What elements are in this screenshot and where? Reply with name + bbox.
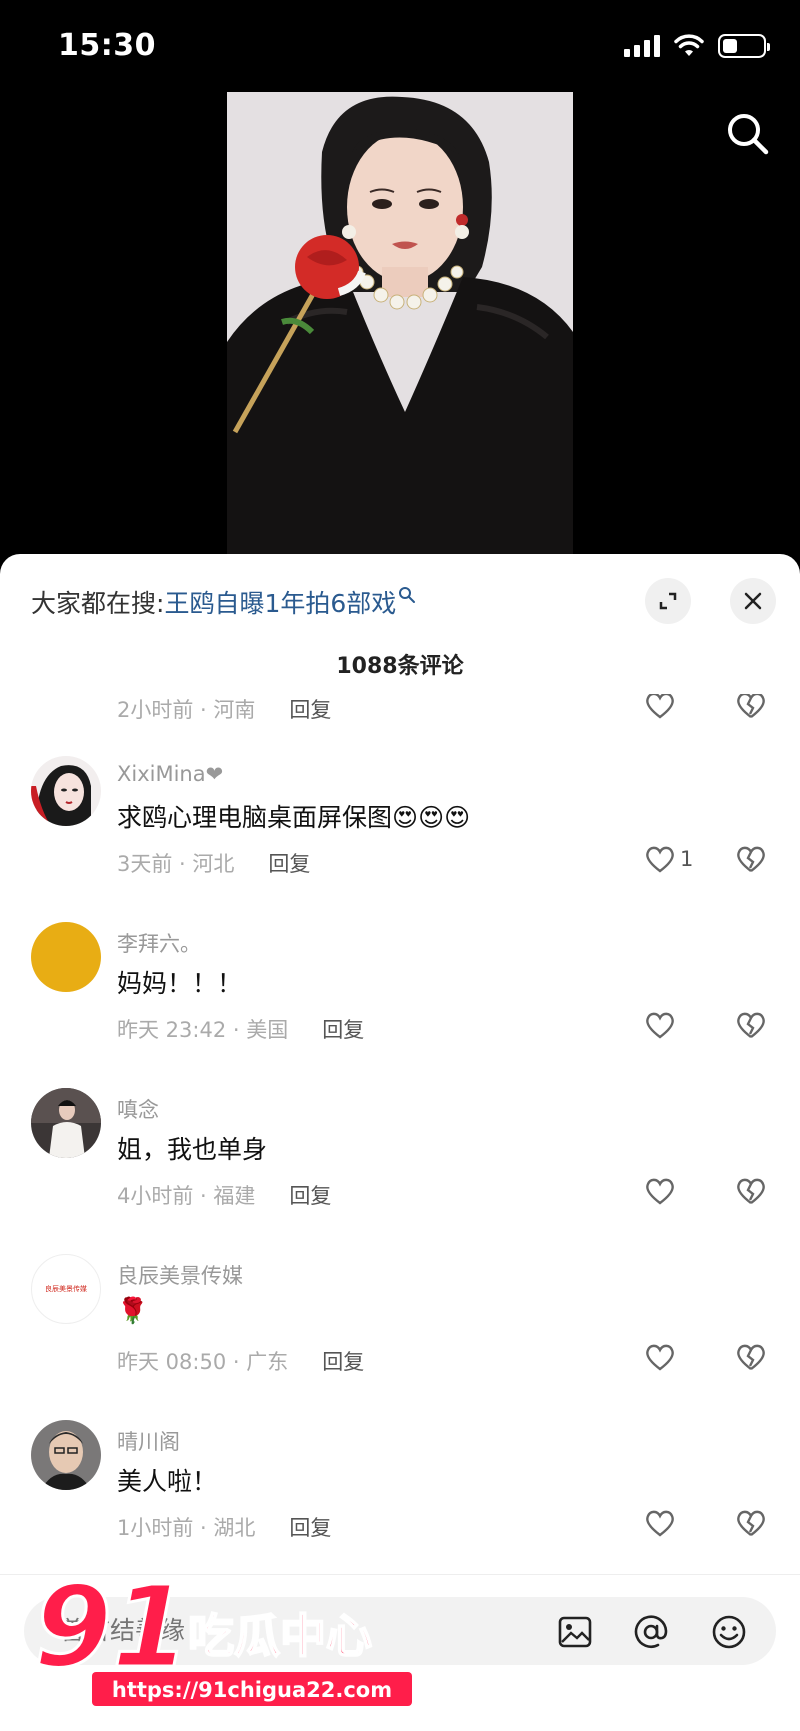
- status-bar: 15:30: [0, 0, 800, 92]
- video-thumbnail-image: [227, 92, 573, 554]
- heart-icon: [646, 1178, 674, 1205]
- comment-text: 🌹: [117, 1296, 149, 1325]
- comment-text: 美人啦！: [117, 1467, 218, 1496]
- comment-text: 妈妈！！！: [117, 969, 243, 998]
- comment-time-location: 昨天 23:42 · 美国: [117, 1018, 289, 1042]
- image-icon[interactable]: [556, 1613, 594, 1651]
- comment-meta: 4小时前 · 福建 回复: [117, 1180, 331, 1210]
- reply-button[interactable]: 回复: [268, 848, 310, 878]
- dislike-button[interactable]: [735, 1176, 767, 1206]
- avatar-image: [31, 1420, 101, 1490]
- heart-icon: [646, 694, 674, 719]
- video-frame: [227, 92, 573, 554]
- broken-heart-icon: [737, 694, 765, 718]
- signal-icon: [624, 35, 660, 57]
- mention-icon[interactable]: [632, 1613, 670, 1651]
- avatar-logo-text: 良辰美景传媒: [45, 1285, 87, 1293]
- comment-username[interactable]: XixiMina❤: [117, 762, 223, 786]
- hot-search-link[interactable]: 大家都在搜: 王鸥自曝1年拍6部戏: [31, 584, 416, 620]
- status-time: 15:30: [58, 28, 156, 63]
- comment-time-location: 3天前 · 河北: [117, 852, 235, 876]
- dislike-button[interactable]: [735, 1342, 767, 1372]
- comment-item: 晴川阁 美人啦！ 1小时前 · 湖北 回复: [0, 1400, 800, 1566]
- avatar[interactable]: [31, 756, 101, 826]
- avatar[interactable]: [31, 1420, 101, 1490]
- comment-text: 求鸥心理电脑桌面屏保图😍😍😍: [117, 803, 471, 832]
- status-icons: [624, 34, 770, 58]
- reply-button[interactable]: 回复: [289, 1180, 331, 1210]
- battery-icon: [718, 34, 770, 58]
- heart-icon: [646, 1510, 674, 1537]
- close-icon: [744, 592, 762, 610]
- comment-item: 良辰美景传媒 良辰美景传媒 🌹 昨天 08:50 · 广东 回复: [0, 1234, 800, 1400]
- video-player[interactable]: [0, 92, 800, 554]
- like-button[interactable]: [644, 1176, 680, 1206]
- dislike-button[interactable]: [735, 844, 767, 874]
- like-button[interactable]: [644, 694, 676, 720]
- reply-button[interactable]: 回复: [322, 1346, 364, 1376]
- comment-meta: 3天前 · 河北 回复: [117, 848, 310, 878]
- comment-username[interactable]: 良辰美景传媒: [117, 1260, 243, 1290]
- dislike-button[interactable]: [735, 694, 767, 720]
- comment-count: 1088条评论: [336, 654, 464, 679]
- sheet-header: 大家都在搜: 王鸥自曝1年拍6部戏: [0, 554, 800, 640]
- comment-meta: 昨天 23:42 · 美国 回复: [117, 1014, 364, 1044]
- comment-username[interactable]: 李拜六。: [117, 928, 201, 958]
- broken-heart-icon: [737, 1344, 765, 1370]
- comment-time-location: 昨天 08:50 · 广东: [117, 1350, 289, 1374]
- comment-username[interactable]: 晴川阁: [117, 1426, 180, 1456]
- dislike-button[interactable]: [735, 1508, 767, 1538]
- like-button[interactable]: 1: [644, 844, 693, 874]
- avatar-image: [31, 756, 101, 826]
- broken-heart-icon: [737, 1178, 765, 1204]
- comment-item: XixiMina❤ 求鸥心理电脑桌面屏保图😍😍😍 3天前 · 河北 回复 1: [0, 736, 800, 902]
- emoji-icon[interactable]: [710, 1613, 748, 1651]
- comment-time-location: 1小时前 · 湖北: [117, 1516, 256, 1540]
- avatar-image: [31, 1088, 101, 1158]
- heart-icon: [646, 1344, 674, 1371]
- close-button[interactable]: [730, 578, 776, 624]
- comment-item: 嗔念 姐，我也单身 4小时前 · 福建 回复: [0, 1068, 800, 1234]
- small-search-icon: [399, 587, 416, 603]
- reply-button[interactable]: 回复: [289, 694, 331, 724]
- hot-search-label: 大家都在搜:: [31, 589, 165, 618]
- comment-item: 李拜六。 妈妈！！！ 昨天 23:42 · 美国 回复: [0, 902, 800, 1068]
- avatar[interactable]: 良辰美景传媒: [31, 1254, 101, 1324]
- broken-heart-icon: [737, 1012, 765, 1038]
- comment-time-location: 4小时前 · 福建: [117, 1184, 256, 1208]
- comments-sheet: 大家都在搜: 王鸥自曝1年拍6部戏 1088条评论 2小时前 · 河南 回复 X…: [0, 554, 800, 1731]
- heart-icon: [646, 846, 674, 873]
- expand-icon: [659, 592, 677, 610]
- comment-input[interactable]: [60, 1616, 540, 1645]
- like-button[interactable]: [644, 1342, 680, 1372]
- expand-button[interactable]: [645, 578, 691, 624]
- reply-button[interactable]: 回复: [322, 1014, 364, 1044]
- avatar[interactable]: [31, 1088, 101, 1158]
- avatar[interactable]: [31, 922, 101, 992]
- comment-meta: 1小时前 · 湖北 回复: [117, 1512, 331, 1542]
- broken-heart-icon: [737, 846, 765, 872]
- comment-meta: 2小时前 · 河南 回复: [117, 694, 331, 724]
- like-button[interactable]: [644, 1508, 680, 1538]
- comment-input-pill[interactable]: [24, 1597, 776, 1665]
- hot-search-term[interactable]: 王鸥自曝1年拍6部戏: [164, 584, 396, 620]
- comment-list[interactable]: 2小时前 · 河南 回复 XixiMina❤ 求鸥心理电脑桌面屏保图😍😍😍 3天…: [0, 694, 800, 1574]
- like-count: 1: [680, 847, 694, 871]
- partial-comment-row: 2小时前 · 河南 回复: [0, 694, 800, 736]
- comment-time-location: 2小时前 · 河南: [117, 698, 256, 722]
- like-button[interactable]: [644, 1010, 680, 1040]
- heart-icon: [646, 1012, 674, 1039]
- comment-input-bar: [0, 1574, 800, 1731]
- comment-username[interactable]: 嗔念: [117, 1094, 159, 1124]
- broken-heart-icon: [737, 1510, 765, 1536]
- comment-text: 姐，我也单身: [117, 1135, 268, 1164]
- comment-meta: 昨天 08:50 · 广东 回复: [117, 1346, 364, 1376]
- search-icon[interactable]: [724, 110, 772, 158]
- reply-button[interactable]: 回复: [289, 1512, 331, 1542]
- wifi-icon: [674, 34, 704, 56]
- dislike-button[interactable]: [735, 1010, 767, 1040]
